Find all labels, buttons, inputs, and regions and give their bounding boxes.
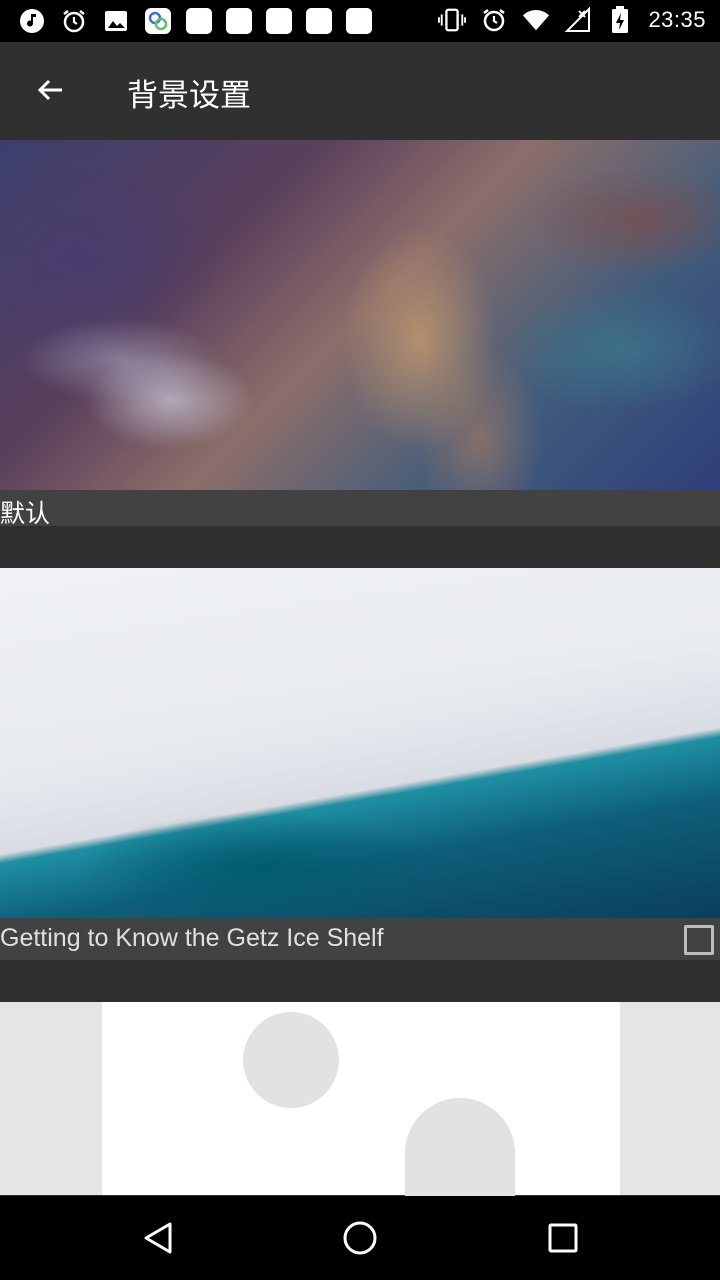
music-note-icon [18,7,46,35]
background-preview-image[interactable] [0,140,720,490]
app-icon [226,8,252,34]
home-circle-icon [343,1221,377,1255]
status-bar-system: 23:35 [438,6,706,34]
app-icon [186,8,212,34]
battery-charging-icon [606,6,634,34]
app-icon [346,8,372,34]
status-time: 23:35 [648,7,706,32]
background-option-default[interactable]: 默认 [0,140,720,528]
nav-back-button[interactable] [136,1216,180,1260]
background-preview-image[interactable] [0,568,720,918]
back-triangle-icon [144,1222,172,1254]
image-placeholder-icon [0,1002,720,1228]
back-button[interactable] [26,66,74,114]
system-nav-bar [0,1196,720,1280]
recents-square-icon [548,1223,578,1253]
page-title: 背景设置 [127,78,251,114]
wifi-icon [522,6,550,34]
app-toolbar: 背景设置 [0,42,720,140]
background-select-checkbox[interactable] [684,925,714,955]
app-icon [306,8,332,34]
background-option-getz[interactable]: Getting to Know the Getz Ice Shelf [0,568,720,960]
arrow-left-icon [37,79,62,101]
background-caption: 默认 [0,500,51,528]
alarm-icon [60,7,88,35]
status-bar: 23:35 [0,0,720,42]
cloud-app-icon [144,7,172,35]
background-caption-bar: Getting to Know the Getz Ice Shelf [0,918,720,960]
image-icon [102,7,130,35]
app-icon [266,8,292,34]
alarm-icon [480,6,508,34]
background-caption: Getting to Know the Getz Ice Shelf [0,924,384,952]
nav-recents-button[interactable] [541,1216,585,1260]
no-signal-icon [564,6,592,34]
nav-home-button[interactable] [338,1216,382,1260]
background-option-placeholder[interactable] [0,1002,720,1228]
status-bar-notifications [18,7,372,35]
background-caption-bar: 默认 [0,490,720,528]
vibrate-icon [438,6,467,34]
